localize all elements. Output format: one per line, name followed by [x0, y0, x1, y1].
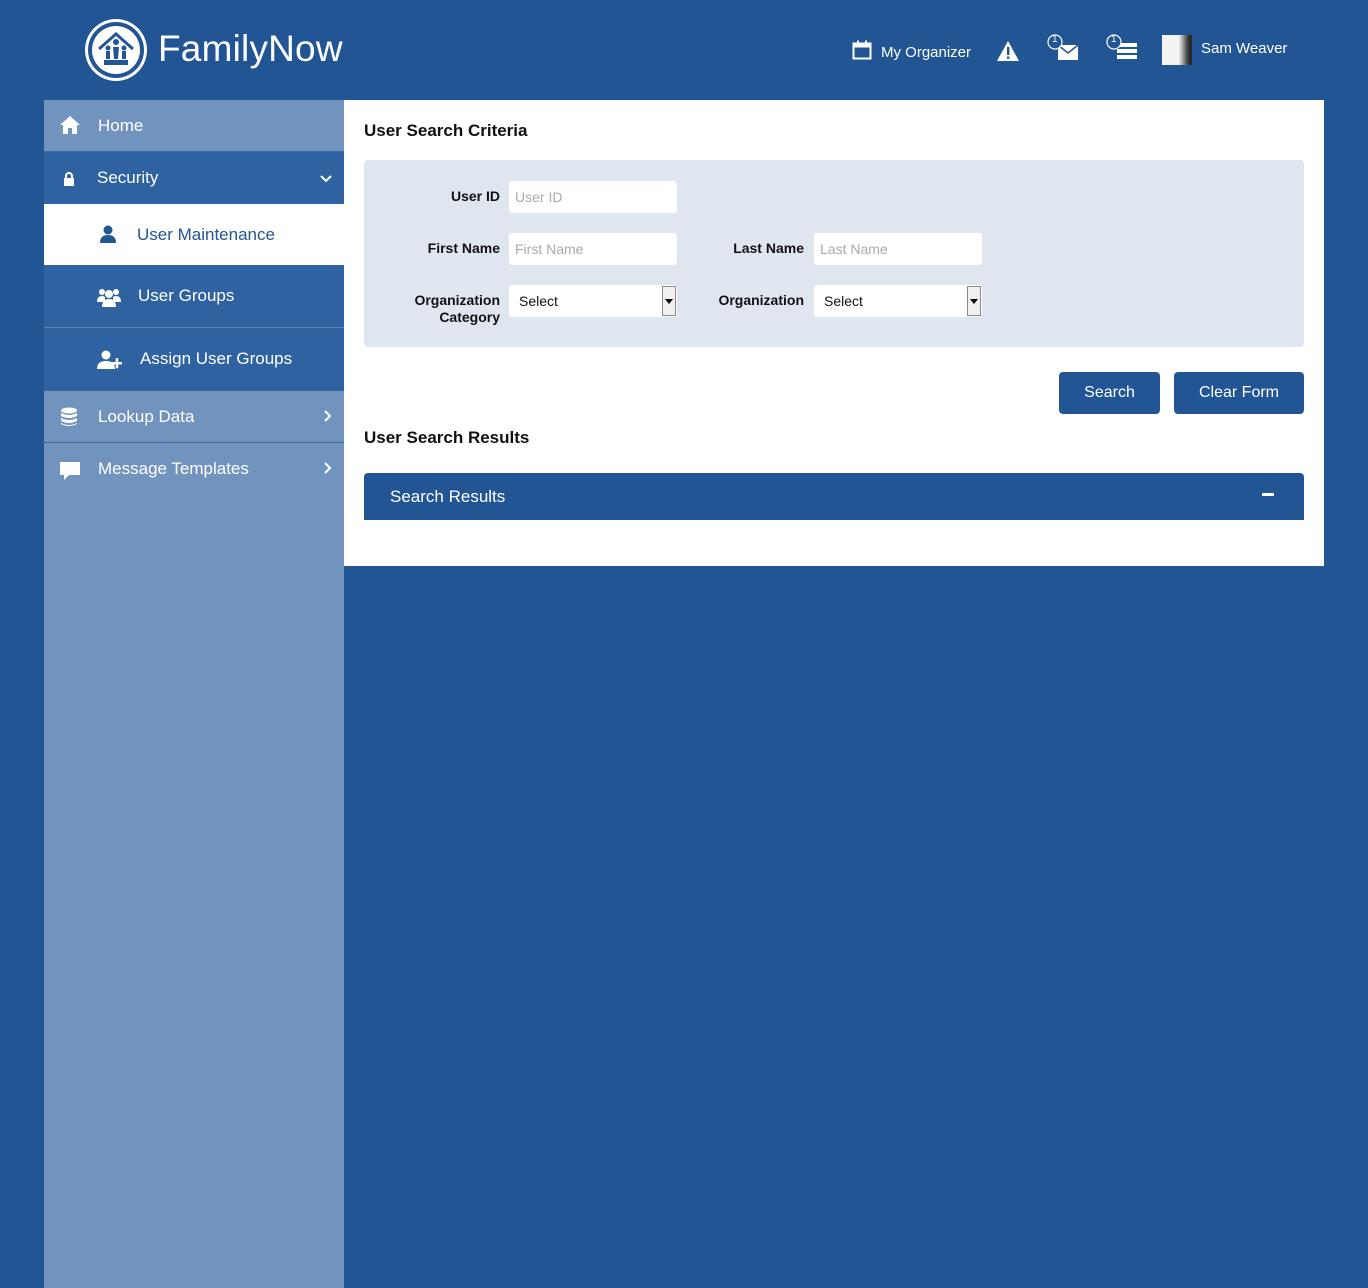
- messages-button[interactable]: 1: [1046, 34, 1080, 66]
- user-plus-icon: [97, 350, 123, 370]
- collapse-icon[interactable]: [1262, 493, 1274, 496]
- main-panel: User Search Criteria User ID First Name …: [344, 100, 1324, 566]
- sidebar-item-label: Lookup Data: [98, 406, 195, 426]
- organization-select[interactable]: Select: [814, 285, 982, 317]
- lock-icon: [63, 172, 75, 186]
- criteria-title: User Search Criteria: [364, 121, 528, 140]
- sidebar-item-security[interactable]: Security: [44, 152, 344, 204]
- user-id-label: User ID: [450, 188, 500, 204]
- results-title: User Search Results: [364, 428, 530, 447]
- sidebar-item-home[interactable]: Home: [44, 100, 344, 152]
- organization-value: Select: [824, 293, 863, 309]
- messages-count-badge: 1: [1052, 34, 1058, 45]
- comment-icon: [59, 461, 81, 481]
- app-title: FamilyNow: [158, 28, 343, 69]
- sidebar: Home Security User Maintenance User Grou…: [44, 100, 344, 1288]
- search-button[interactable]: Search: [1059, 372, 1160, 414]
- sidebar-item-lookup-data[interactable]: Lookup Data: [44, 390, 344, 443]
- avatar: [1162, 35, 1192, 65]
- sidebar-item-user-maintenance[interactable]: User Maintenance: [44, 204, 344, 265]
- warning-icon: [996, 40, 1020, 66]
- familynow-logo[interactable]: [85, 19, 147, 81]
- my-organizer-link[interactable]: My Organizer: [852, 40, 971, 64]
- search-criteria-form: User ID First Name Last Name Organizatio…: [364, 160, 1304, 347]
- org-category-value: Select: [519, 293, 558, 309]
- last-name-input[interactable]: [814, 233, 982, 265]
- dropdown-arrow-icon: [662, 286, 676, 316]
- sidebar-item-label: Home: [98, 115, 144, 135]
- sidebar-item-label: User Groups: [138, 286, 235, 305]
- user-name: Sam Weaver: [1201, 39, 1288, 57]
- search-results-panel-title: Search Results: [390, 487, 506, 506]
- sidebar-item-label: Assign User Groups: [140, 349, 293, 368]
- org-category-select[interactable]: Select: [509, 285, 677, 317]
- org-category-label-line1: Organization: [414, 292, 500, 308]
- user-profile-menu[interactable]: Sam Weaver: [1162, 35, 1287, 65]
- chevron-right-icon: [324, 459, 332, 479]
- tasks-count-badge: 1: [1111, 34, 1117, 45]
- sidebar-item-assign-user-groups[interactable]: Assign User Groups: [44, 328, 344, 390]
- database-icon: [60, 407, 78, 427]
- calendar-icon: [852, 40, 872, 64]
- search-results-panel-header[interactable]: Search Results: [364, 473, 1304, 520]
- my-organizer-label: My Organizer: [881, 43, 972, 61]
- top-header: FamilyNow My Organizer 1 1 Sam Weaver: [0, 0, 1368, 100]
- users-icon: [97, 287, 121, 307]
- sidebar-item-label: User Maintenance: [137, 224, 275, 244]
- org-category-label: Organization Category: [384, 292, 500, 326]
- sidebar-item-user-groups[interactable]: User Groups: [44, 265, 344, 328]
- user-icon: [99, 225, 117, 243]
- sidebar-item-label: Message Templates: [98, 459, 249, 478]
- alerts-button[interactable]: [996, 40, 1020, 66]
- chevron-down-icon: [320, 168, 332, 188]
- dropdown-arrow-icon: [967, 286, 981, 316]
- clear-form-button[interactable]: Clear Form: [1174, 372, 1304, 414]
- sidebar-item-label: Security: [97, 168, 159, 187]
- sidebar-item-message-templates[interactable]: Message Templates: [44, 443, 344, 495]
- first-name-label: First Name: [427, 240, 500, 256]
- home-icon: [59, 115, 81, 135]
- chevron-right-icon: [324, 407, 332, 427]
- first-name-input[interactable]: [509, 233, 677, 265]
- org-category-label-line2: Category: [439, 309, 500, 325]
- organization-label: Organization: [718, 292, 804, 308]
- tasks-button[interactable]: 1: [1105, 34, 1139, 66]
- user-id-input[interactable]: [509, 181, 677, 213]
- last-name-label: Last Name: [733, 240, 804, 256]
